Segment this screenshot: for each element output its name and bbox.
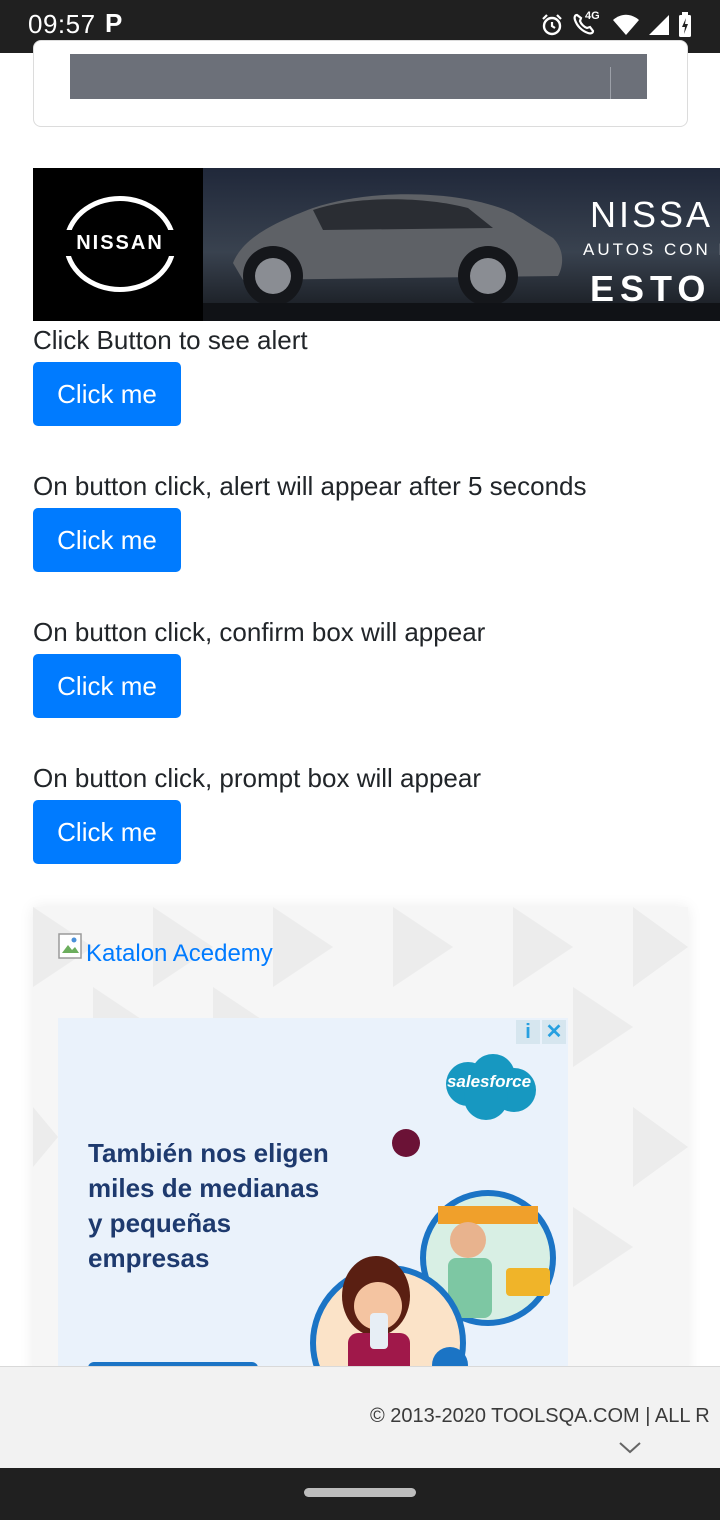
broken-image-icon: [58, 933, 82, 959]
alarm-icon: [542, 14, 562, 36]
cell-signal-icon: [649, 15, 669, 35]
bar-divider: [610, 67, 611, 99]
ad-close-icon[interactable]: ✕: [542, 1020, 566, 1044]
nissan-ad-banner[interactable]: NISSAN NISSA AUTOS CON L ESTO: [33, 168, 720, 321]
confirm-button[interactable]: Click me: [33, 654, 181, 718]
adchoices: i ✕: [514, 1020, 566, 1044]
timer-alert-button[interactable]: Click me: [33, 508, 181, 572]
footer: © 2013-2020 TOOLSQA.COM | ALL R: [0, 1366, 720, 1468]
footer-copyright: © 2013-2020 TOOLSQA.COM | ALL R: [370, 1405, 710, 1427]
prompt-box-label: On button click, prompt box will appear: [33, 763, 481, 793]
chevron-down-icon[interactable]: [618, 1441, 642, 1455]
timer-alert-label: On button click, alert will appear after…: [33, 471, 587, 501]
nissan-ad-tagline: AUTOS CON L: [583, 240, 720, 259]
previous-section-card: [33, 40, 688, 127]
parking-app-icon: P: [105, 8, 123, 38]
confirm-box-label: On button click, confirm box will appear: [33, 617, 486, 647]
alert-button[interactable]: Click me: [33, 362, 181, 426]
salesforce-logo-text: salesforce: [446, 1072, 532, 1091]
screen: 09:57 P 4G NISSAN NISSA AUTOS CON L ESTO…: [0, 0, 720, 1520]
wifi-calling-icon: 4G: [572, 10, 604, 38]
status-time: 09:57: [28, 9, 96, 39]
salesforce-ad-illustration: [310, 1129, 556, 1377]
prompt-button[interactable]: Click me: [33, 800, 181, 864]
battery-icon: [679, 12, 691, 37]
katalon-academy-link[interactable]: Katalon Acedemy: [86, 940, 273, 968]
katalon-ad-card: Katalon Acedemy i ✕ salesforce También n…: [33, 907, 688, 1377]
salesforce-ad[interactable]: i ✕ salesforce También nos eligen miles …: [58, 1018, 568, 1377]
ad-info-icon[interactable]: i: [516, 1020, 540, 1044]
home-gesture-handle[interactable]: [304, 1488, 416, 1497]
wifi-icon: [613, 14, 639, 35]
nissan-ad-brand: NISSA: [590, 194, 714, 235]
previous-section-bar: [70, 54, 647, 99]
alert-label: Click Button to see alert: [33, 325, 308, 355]
network-type-label: 4G: [585, 10, 600, 22]
status-icons: 4G: [540, 10, 692, 40]
nissan-ad-subtitle: ESTO: [590, 268, 712, 309]
nissan-logo-text: NISSAN: [76, 232, 164, 254]
navigation-bar: [0, 1468, 720, 1520]
